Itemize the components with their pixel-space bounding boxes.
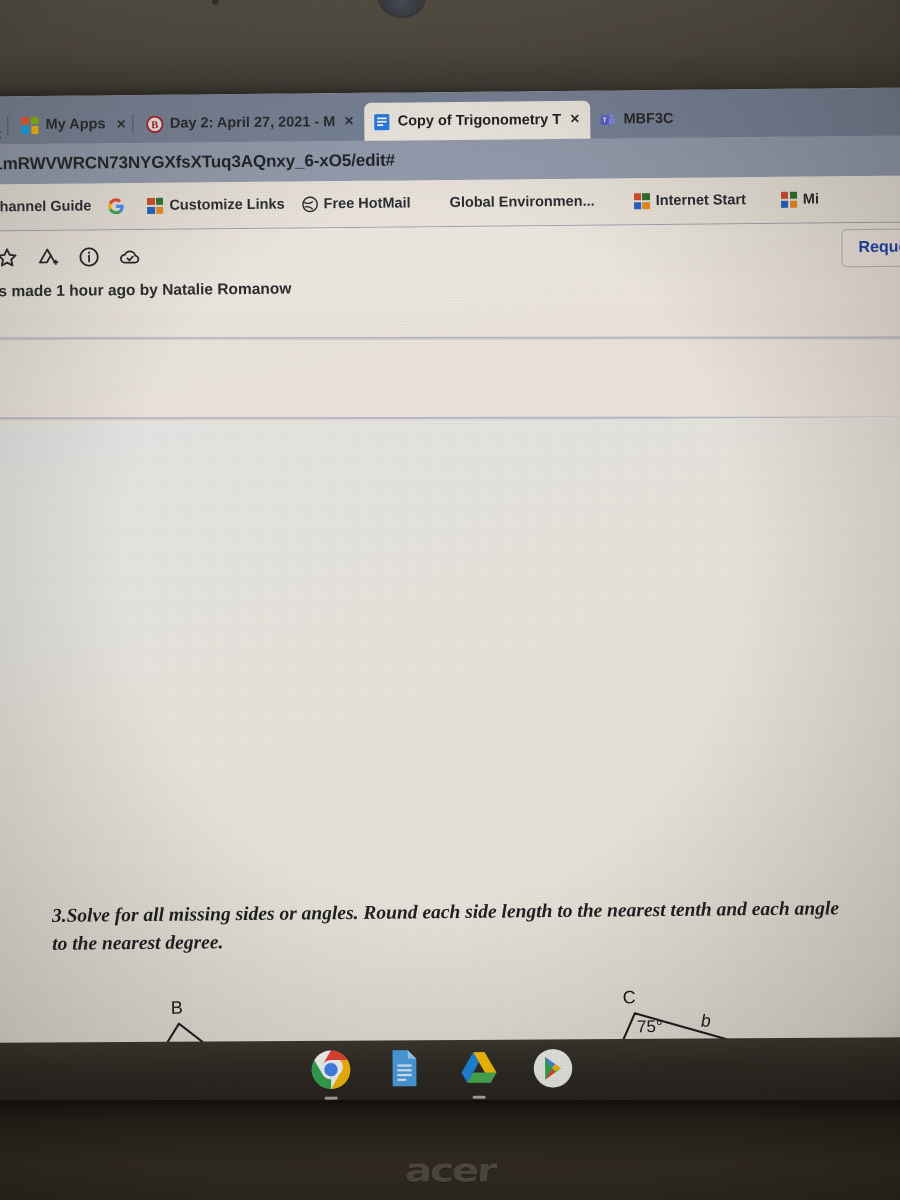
bookmark-channel-guide[interactable]: Channel Guide — [0, 198, 91, 215]
google-docs-icon — [374, 113, 391, 130]
bookmark-customize-links[interactable]: Customize Links — [147, 196, 285, 214]
bookmark-mi[interactable]: Mi — [780, 191, 820, 208]
bookmark-free-hotmail[interactable]: Free HotMail — [301, 195, 411, 213]
bookmark-internet-start[interactable]: Internet Start — [633, 192, 746, 210]
document-canvas: 3.Solve for all missing sides or angles.… — [0, 304, 900, 1052]
laptop-screen-photo: × My Apps × B — [0, 0, 900, 1200]
bookmark-label: Customize Links — [169, 196, 285, 214]
google-g-icon — [108, 198, 125, 215]
question-text: 3.Solve for all missing sides or angles.… — [51, 898, 840, 955]
tab-close-icon[interactable]: × — [342, 113, 355, 130]
tab-title: Day 2: April 27, 2021 - M — [169, 114, 336, 132]
microsoft-teams-icon: T — [599, 111, 616, 128]
microsoft-squares-icon — [780, 191, 797, 208]
browser-window: × My Apps × B — [0, 87, 900, 1052]
request-edit-access-button[interactable]: Reque — [841, 228, 900, 268]
browser-tab-day-2[interactable]: B Day 2: April 27, 2021 - M × — [137, 103, 365, 143]
horizontal-divider — [0, 336, 900, 341]
microsoft-squares-icon — [633, 193, 650, 210]
bookmark-label: Internet Start — [655, 192, 746, 210]
microsoft-squares-icon — [21, 116, 39, 134]
document-info-icon[interactable] — [77, 245, 100, 268]
tab-close-icon[interactable]: × — [568, 111, 581, 128]
bookmark-label: Global Environmen... — [449, 193, 595, 212]
tab-divider — [7, 115, 9, 136]
microsoft-squares-icon — [147, 197, 164, 214]
triangle-2-vertex-c: C — [622, 987, 636, 1008]
triangle-2-side-b-label: b — [700, 1010, 711, 1031]
bookmark-label: Channel Guide — [0, 198, 92, 216]
bookmark-google[interactable] — [108, 198, 130, 215]
brightspace-b-icon: B — [145, 115, 163, 133]
tab-title: My Apps — [45, 116, 106, 133]
shelf-icon-row — [310, 1047, 574, 1100]
bookmark-label: Mi — [802, 191, 820, 208]
triangle-1-vertex-b: B — [170, 997, 183, 1018]
add-to-drive-icon[interactable] — [36, 245, 59, 268]
google-play-store-icon[interactable] — [532, 1047, 574, 1089]
browser-tab-strip: × My Apps × B — [0, 87, 900, 145]
bookmark-global-environment[interactable]: Global Environmen... — [450, 194, 595, 211]
tab-close-icon[interactable]: × — [0, 127, 4, 144]
tab-divider — [131, 114, 133, 135]
google-drive-icon[interactable] — [458, 1048, 500, 1099]
google-chrome-icon[interactable] — [310, 1049, 352, 1100]
acer-brand-logo: acer — [403, 1152, 497, 1190]
browser-tab-my-apps[interactable]: My Apps — [12, 105, 114, 144]
triangle-2-angle-c: 75° — [636, 1017, 663, 1037]
laptop-top-bezel — [0, 0, 900, 98]
tab-close-icon[interactable]: × — [114, 116, 127, 133]
hotmail-globe-icon — [301, 196, 318, 213]
docs-title-bar: Reque — [0, 222, 900, 284]
shelf-running-indicator — [472, 1095, 486, 1099]
browser-tab-copy-of-trigonometry[interactable]: Copy of Trigonometry T × — [364, 100, 591, 141]
tab-title: Copy of Trigonometry T — [397, 111, 562, 130]
star-icon[interactable] — [0, 246, 19, 269]
microphone-hole-icon — [212, 0, 219, 5]
webcam-icon — [378, 0, 426, 18]
address-bar-value: /1mRWVWRCN73NYGXfsXTuq3AQnxy_6-xO5/edit# — [0, 150, 396, 174]
tab-title: MBF3C — [623, 110, 674, 128]
svg-text:B: B — [151, 120, 158, 131]
saved-to-drive-cloud-icon[interactable] — [118, 244, 141, 267]
google-docs-icon[interactable] — [384, 1048, 426, 1090]
bookmark-label: Free HotMail — [323, 195, 411, 213]
document-page: 3.Solve for all missing sides or angles.… — [0, 416, 900, 1052]
browser-tab-mbf3c[interactable]: T MBF3C — [590, 100, 682, 139]
